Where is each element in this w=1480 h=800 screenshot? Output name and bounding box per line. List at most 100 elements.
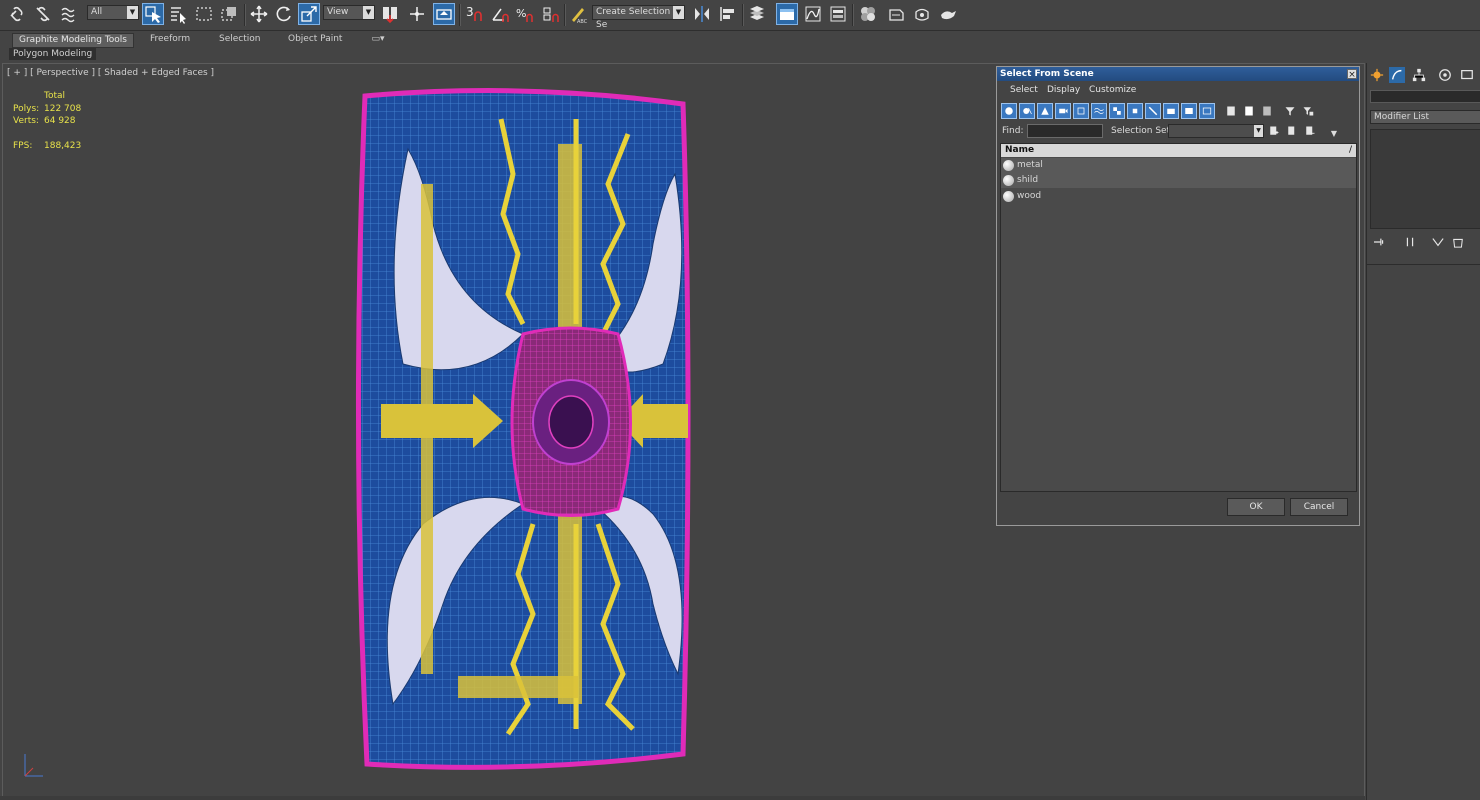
toolbar-separator xyxy=(564,4,566,26)
find-input[interactable] xyxy=(1027,124,1103,138)
close-icon[interactable]: × xyxy=(1347,69,1357,80)
toolbar-separator xyxy=(852,4,854,26)
ok-button[interactable]: OK xyxy=(1227,498,1285,516)
tab-graphite-modeling-tools[interactable]: Graphite Modeling Tools xyxy=(12,33,134,48)
display-tab-icon[interactable] xyxy=(1459,67,1475,83)
chevron-down-icon: ▼ xyxy=(1254,125,1263,137)
schematic-view-icon[interactable] xyxy=(827,3,849,25)
curve-editor-icon[interactable] xyxy=(802,3,824,25)
modify-tab-icon[interactable] xyxy=(1389,67,1405,83)
select-object-icon[interactable] xyxy=(142,3,164,25)
menu-customize[interactable]: Customize xyxy=(1089,85,1136,95)
list-item[interactable]: shild xyxy=(1001,173,1356,188)
tab-freeform[interactable]: Freeform xyxy=(150,33,190,46)
selection-filter-dropdown[interactable]: All ▼ xyxy=(87,5,139,20)
link-icon[interactable] xyxy=(6,3,28,25)
layer-manager-icon[interactable] xyxy=(746,3,768,25)
percent-snap-icon[interactable]: % xyxy=(514,3,536,25)
reference-coordinate-dropdown[interactable]: View ▼ xyxy=(323,5,375,20)
chevron-down-icon: ▼ xyxy=(363,6,374,19)
menu-display[interactable]: Display xyxy=(1047,85,1080,95)
tab-object-paint[interactable]: Object Paint xyxy=(288,33,342,46)
display-helpers-icon[interactable] xyxy=(1073,103,1089,119)
display-xrefs-icon[interactable] xyxy=(1127,103,1143,119)
create-selection-set-icon[interactable] xyxy=(1266,123,1282,139)
keyboard-shortcut-override-icon[interactable] xyxy=(433,3,455,25)
selection-set-label: Selection Set: xyxy=(1111,126,1174,136)
display-shapes-icon[interactable] xyxy=(1019,103,1035,119)
angle-snap-icon[interactable] xyxy=(489,3,511,25)
remove-modifier-icon[interactable] xyxy=(1449,235,1467,249)
filter-options-icon[interactable] xyxy=(1300,103,1316,119)
svg-text:%: % xyxy=(516,7,526,20)
display-all-icon[interactable] xyxy=(1223,103,1239,119)
pivot-center-icon[interactable] xyxy=(379,3,401,25)
modifier-list-dropdown[interactable]: Modifier List xyxy=(1370,110,1480,124)
display-containers-icon[interactable] xyxy=(1163,103,1179,119)
display-geometry-icon[interactable] xyxy=(1001,103,1017,119)
pin-stack-icon[interactable] xyxy=(1371,235,1389,249)
select-by-name-icon[interactable] xyxy=(167,3,189,25)
move-icon[interactable] xyxy=(248,3,270,25)
snaps-toggle-icon[interactable]: 3 xyxy=(463,3,485,25)
panel-polygon-modeling[interactable]: Polygon Modeling xyxy=(9,48,97,60)
window-crossing-icon[interactable] xyxy=(218,3,240,25)
create-tab-icon[interactable] xyxy=(1369,67,1385,83)
ribbon-options-icon[interactable]: ▭▾ xyxy=(369,33,387,46)
cancel-button[interactable]: Cancel xyxy=(1290,498,1348,516)
remove-from-selection-set-icon[interactable] xyxy=(1302,123,1318,139)
display-groups-icon[interactable] xyxy=(1109,103,1125,119)
sort-indicator: / xyxy=(1348,145,1352,155)
filter-icon[interactable] xyxy=(1282,103,1298,119)
tab-selection[interactable]: Selection xyxy=(219,33,260,46)
display-lights-icon[interactable] xyxy=(1037,103,1053,119)
panel-divider xyxy=(1367,264,1480,265)
selection-set-dropdown[interactable]: ▼ xyxy=(1168,124,1264,138)
object-icon xyxy=(1003,175,1014,186)
bind-space-warp-icon[interactable] xyxy=(58,3,80,25)
named-selection-dropdown[interactable]: Create Selection Se ▼ xyxy=(592,5,685,30)
make-unique-icon[interactable] xyxy=(1429,235,1447,249)
scene-object-list[interactable]: Name / metal shild wood xyxy=(1000,143,1357,492)
dialog-title[interactable]: Select From Scene xyxy=(997,67,1359,81)
material-editor-icon[interactable] xyxy=(857,3,879,25)
modifier-stack[interactable] xyxy=(1370,129,1480,229)
chevron-down-icon: ▼ xyxy=(127,6,138,19)
align-icon[interactable] xyxy=(717,3,739,25)
edit-named-selection-icon[interactable]: ABC xyxy=(567,3,589,25)
display-none-icon[interactable] xyxy=(1241,103,1257,119)
chevron-down-icon[interactable]: ▼ xyxy=(1326,125,1342,141)
command-panel: Modifier List xyxy=(1366,63,1480,800)
list-item[interactable]: metal xyxy=(1001,158,1356,173)
hierarchy-tab-icon[interactable] xyxy=(1411,67,1427,83)
rotate-icon[interactable] xyxy=(273,3,295,25)
graphite-toggle-icon[interactable] xyxy=(776,3,798,25)
spinner-snap-icon[interactable] xyxy=(540,3,562,25)
mirror-icon[interactable] xyxy=(691,3,713,25)
display-hidden-icon[interactable] xyxy=(1199,103,1215,119)
render-icon[interactable] xyxy=(937,3,959,25)
add-to-selection-set-icon[interactable] xyxy=(1284,123,1300,139)
display-bones-icon[interactable] xyxy=(1145,103,1161,119)
object-name-field[interactable] xyxy=(1370,90,1480,103)
display-cameras-icon[interactable] xyxy=(1055,103,1071,119)
scale-icon[interactable] xyxy=(298,3,320,25)
render-setup-icon[interactable] xyxy=(885,3,907,25)
display-invert-icon[interactable] xyxy=(1259,103,1275,119)
bottom-yellow-bar xyxy=(458,676,578,698)
display-frozen-icon[interactable] xyxy=(1181,103,1197,119)
rendered-frame-icon[interactable] xyxy=(911,3,933,25)
svg-text:ABC: ABC xyxy=(577,19,588,24)
motion-tab-icon[interactable] xyxy=(1437,67,1453,83)
display-space-warps-icon[interactable] xyxy=(1091,103,1107,119)
menu-select[interactable]: Select xyxy=(1010,85,1038,95)
select-and-manipulate-icon[interactable] xyxy=(406,3,428,25)
list-item[interactable]: wood xyxy=(1001,189,1356,204)
column-header-name[interactable]: Name / xyxy=(1001,144,1356,157)
toolbar-separator xyxy=(742,4,744,26)
unlink-icon[interactable] xyxy=(32,3,54,25)
chevron-down-icon: ▼ xyxy=(673,6,684,19)
rectangular-region-icon[interactable] xyxy=(193,3,215,25)
svg-text:3: 3 xyxy=(466,5,474,19)
show-end-result-icon[interactable] xyxy=(1401,235,1419,249)
